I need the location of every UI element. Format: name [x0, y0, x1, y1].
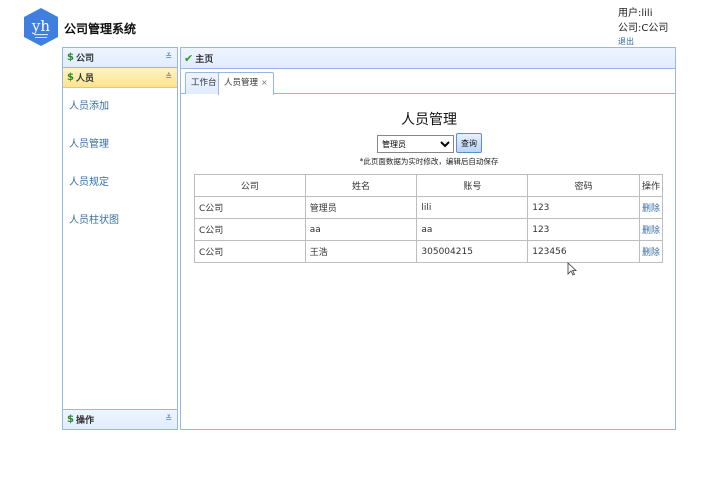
sidebar-item-add-personnel[interactable]: 人员添加 [63, 88, 177, 126]
sidebar-item-personnel-bar-chart[interactable]: 人员柱状图 [63, 202, 177, 240]
company-label: 公司:C公司 [618, 23, 669, 34]
app-title: 公司管理系统 [64, 22, 137, 36]
logo-text: yh [31, 17, 50, 35]
user-label: 用户:lili [618, 8, 653, 19]
main-panel-title: 主页 [195, 54, 214, 65]
cell-password[interactable]: 123456 [527, 240, 640, 263]
cell-account[interactable]: 305004215 [416, 240, 529, 263]
cell-company[interactable]: C公司 [194, 218, 306, 241]
role-select[interactable]: 管理员 [377, 135, 454, 153]
delete-link[interactable]: 删除 [639, 218, 663, 241]
cell-password[interactable]: 123 [527, 196, 640, 219]
sidebar-section-label: 操作 [75, 416, 94, 426]
sidebar-section-label: 公司 [75, 54, 94, 64]
sidebar-item-manage-personnel[interactable]: 人员管理 [63, 126, 177, 164]
column-header: 姓名 [304, 174, 418, 197]
chevron-down-icon[interactable]: ≚ [165, 52, 172, 61]
main-panel-header: ✔ 主页 [181, 48, 675, 69]
dollar-icon: $ [67, 52, 74, 63]
query-button[interactable]: 查询 [456, 133, 482, 153]
app-logo: yh [24, 8, 58, 46]
cell-password[interactable]: 123 [527, 218, 640, 241]
autosave-hint: *此页面数据为实时修改，编辑后自动保存 [359, 157, 499, 166]
table-row: C公司 管理员 lili 123 删除 [194, 196, 663, 219]
sidebar-section-operations[interactable]: $ 操作 ≚ [63, 409, 177, 429]
tab-label: 工作台 [191, 78, 217, 88]
column-header: 密码 [527, 174, 640, 197]
tab-workbench[interactable]: 工作台 [185, 72, 223, 94]
sidebar-section-label: 人员 [75, 74, 94, 84]
table-header-row: 公司 姓名 账号 密码 操作 [194, 174, 663, 197]
dollar-icon: $ [67, 72, 74, 83]
page-title: 人员管理 [401, 112, 457, 128]
personnel-table: 公司 姓名 账号 密码 操作 C公司 管理员 lili 123 删除 C公司 a [194, 174, 663, 263]
tab-manage-personnel[interactable]: 人员管理 × [218, 72, 274, 95]
cell-name[interactable]: 管理员 [304, 196, 418, 219]
delete-link[interactable]: 删除 [639, 196, 663, 219]
chevron-up-icon[interactable]: ≙ [165, 72, 172, 81]
main-panel: ✔ 主页 工作台 人员管理 × 人员管理 管理员 查询 *此页面数据为实时修改，编… [180, 47, 676, 430]
sidebar-section-personnel[interactable]: $ 人员 ≙ [63, 68, 177, 88]
cell-company[interactable]: C公司 [194, 240, 306, 263]
logout-link[interactable]: 退出 [618, 36, 668, 47]
delete-link[interactable]: 删除 [639, 240, 663, 263]
mouse-pointer-icon [567, 262, 577, 276]
cell-company[interactable]: C公司 [194, 196, 306, 219]
chevron-down-icon[interactable]: ≚ [165, 414, 172, 423]
sidebar-section-body: 人员添加 人员管理 人员规定 人员柱状图 [63, 88, 177, 407]
column-header: 操作 [639, 174, 663, 197]
cell-account[interactable]: lili [416, 196, 529, 219]
column-header: 账号 [416, 174, 529, 197]
close-icon[interactable]: × [261, 78, 268, 87]
dollar-icon: $ [67, 414, 74, 425]
cell-account[interactable]: aa [416, 218, 529, 241]
cell-name[interactable]: 王浩 [304, 240, 418, 263]
cell-name[interactable]: aa [304, 218, 418, 241]
table-row: C公司 aa aa 123 删除 [194, 218, 663, 241]
tab-label: 人员管理 [224, 78, 259, 88]
sidebar-section-company[interactable]: $ 公司 ≚ [63, 48, 177, 68]
sidebar: $ 公司 ≚ $ 人员 ≙ 人员添加 人员管理 人员规定 人员柱状图 $ 操作 … [62, 47, 178, 430]
checkmark-icon: ✔ [184, 51, 194, 65]
sidebar-item-personnel-rules[interactable]: 人员规定 [63, 164, 177, 202]
column-header: 公司 [194, 174, 306, 197]
tab-bar: 工作台 人员管理 × [181, 69, 675, 95]
table-row: C公司 王浩 305004215 123456 删除 [194, 240, 663, 263]
user-info: 用户:lili 公司:C公司 退出 [618, 6, 668, 47]
